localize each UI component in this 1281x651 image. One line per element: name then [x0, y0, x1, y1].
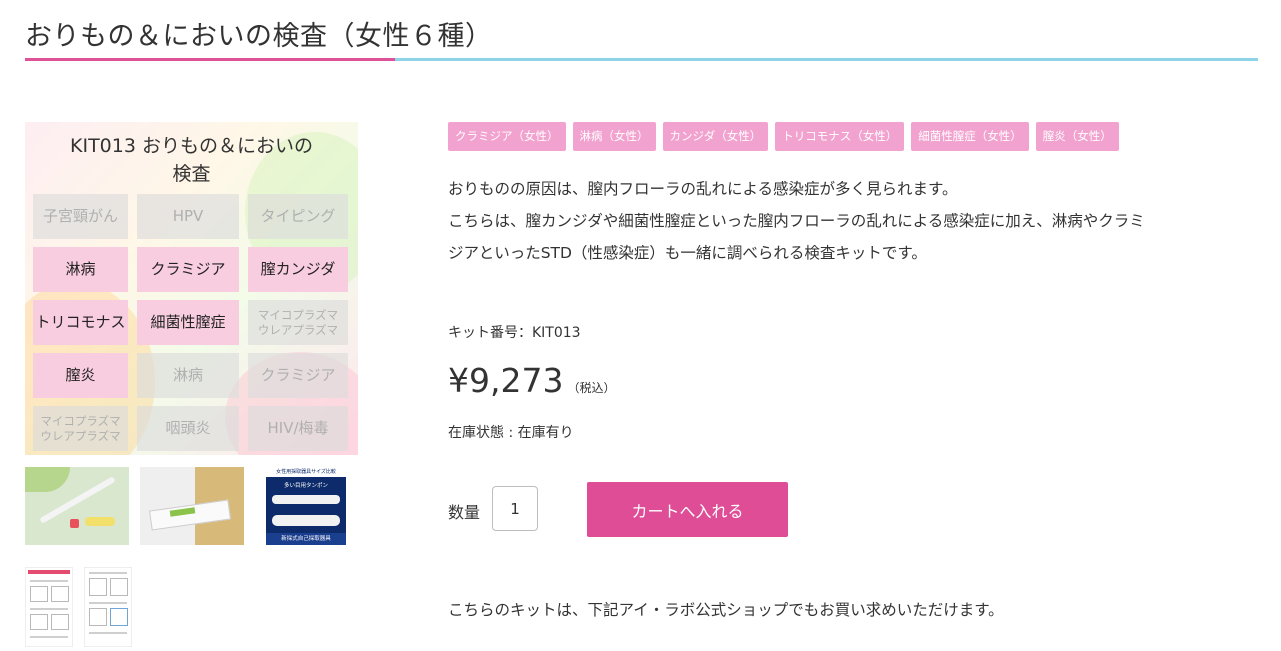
thumb-mid-text: 多い目用タンポン [283, 483, 328, 489]
thumbnail-instructions-2[interactable] [84, 567, 132, 647]
price-row: ¥9,273 （税込） [448, 361, 615, 400]
test-cell: クラミジア [248, 353, 348, 398]
title-underline-accent [25, 58, 395, 61]
doc-line [89, 632, 127, 634]
tag-trichomonas[interactable]: トリコモナス（女性） [775, 122, 905, 151]
price: ¥9,273 [448, 361, 564, 400]
page-title: おりもの＆においの検査（女性６種） [25, 21, 493, 52]
description-line: おりものの原因は、膣内フローラの乱れによる感染症が多く見られます。 [448, 180, 958, 198]
kit-image-title: KIT013 おりもの＆においの 検査 [70, 135, 313, 185]
test-cell: 膣カンジダ [248, 247, 348, 292]
thumb-top-text: 女性用採取器具サイズ比較 [276, 469, 336, 475]
test-cell: 子宮頸がん [33, 194, 128, 239]
doc-line [89, 602, 127, 604]
doc-line [30, 636, 68, 638]
main-product-image[interactable]: KIT013 おりもの＆においの 検査 子宮頸がん HPV タイピング 淋病 クラミジア… [25, 122, 358, 455]
test-cell: HIV/梅毒 [248, 406, 348, 451]
test-cell: マイコプラズマ ウレアプラズマ [248, 300, 348, 345]
quantity-input[interactable] [492, 486, 538, 531]
tag-candida[interactable]: カンジダ（女性） [662, 122, 769, 151]
doc-figure [51, 586, 69, 602]
title-underline [25, 58, 1258, 61]
test-cell: 膣炎 [33, 353, 128, 398]
category-tags: クラミジア（女性） 淋病（女性） カンジダ（女性） トリコモナス（女性） 細菌性… [448, 122, 1119, 151]
thumbnail-kit-photo[interactable] [25, 467, 129, 545]
doc-line [30, 580, 68, 582]
product-description: おりものの原因は、膣内フローラの乱れによる感染症が多く見られます。 こちらは、膣… [448, 173, 1248, 269]
doc-header [28, 570, 70, 574]
tax-note: （税込） [567, 381, 616, 395]
doc-figure [30, 614, 48, 630]
test-cell: タイピング [248, 194, 348, 239]
doc-figure [30, 586, 48, 602]
tag-gonorrhea[interactable]: 淋病（女性） [572, 122, 656, 151]
test-items-grid: 子宮頸がん HPV タイピング 淋病 クラミジア 膣カンジダ トリコモナス 細菌性膣症 マイコプ… [33, 194, 350, 451]
doc-line [30, 608, 68, 610]
test-cell: HPV [137, 194, 239, 239]
tampon-tube [272, 495, 340, 504]
sampler-tube [272, 515, 340, 526]
tube-cap [85, 517, 115, 526]
doc-figure [110, 608, 128, 626]
doc-figure [51, 614, 69, 630]
tag-chlamydia[interactable]: クラミジア（女性） [448, 122, 566, 151]
description-line: ジアといったSTD（性感染症）も一緒に調べられる検査キットです。 [448, 244, 927, 262]
kit-number: キット番号：KIT013 [448, 325, 581, 341]
test-cell: 咽頭炎 [137, 406, 239, 451]
test-cell: マイコプラズマ ウレアプラズマ [33, 406, 128, 451]
test-cell: 淋病 [137, 353, 239, 398]
doc-figure [110, 578, 128, 596]
title-underline-rest [395, 58, 1258, 61]
doc-figure [89, 608, 107, 626]
test-cell: 細菌性膣症 [137, 300, 239, 345]
thumbnail-size-comparison[interactable]: 女性用採取器具サイズ比較 多い目用タンポン 新採式自己採取器具 [266, 467, 346, 545]
test-cell: 淋病 [33, 247, 128, 292]
add-to-cart-button[interactable]: カートへ入れる [587, 482, 788, 537]
doc-line [89, 572, 127, 574]
red-cap [70, 519, 79, 528]
thumbnail-package-photo[interactable] [140, 467, 244, 545]
doc-figure [89, 578, 107, 596]
leaf-decoration [25, 467, 70, 492]
stock-status: 在庫状態 : 在庫有り [448, 425, 574, 441]
test-cell: トリコモナス [33, 300, 128, 345]
quantity-label: 数量 [448, 503, 481, 522]
tag-bacterial-vaginosis[interactable]: 細菌性膣症（女性） [911, 122, 1029, 151]
test-cell: クラミジア [137, 247, 239, 292]
thumb-top-band: 女性用採取器具サイズ比較 [266, 467, 346, 477]
thumb-bottom-text: 新採式自己採取器具 [281, 536, 331, 542]
description-line: こちらは、膣カンジダや細菌性膣症といった膣内フローラの乱れによる感染症に加え、淋… [448, 212, 1145, 230]
thumb-bottom-band: 新採式自己採取器具 [266, 533, 346, 545]
tag-vaginitis[interactable]: 膣炎（女性） [1035, 122, 1119, 151]
official-shop-note: こちらのキットは、下記アイ・ラボ公式ショップでもお買い求めいただけます。 [448, 601, 1004, 619]
thumbnail-instructions-1[interactable] [25, 567, 73, 647]
